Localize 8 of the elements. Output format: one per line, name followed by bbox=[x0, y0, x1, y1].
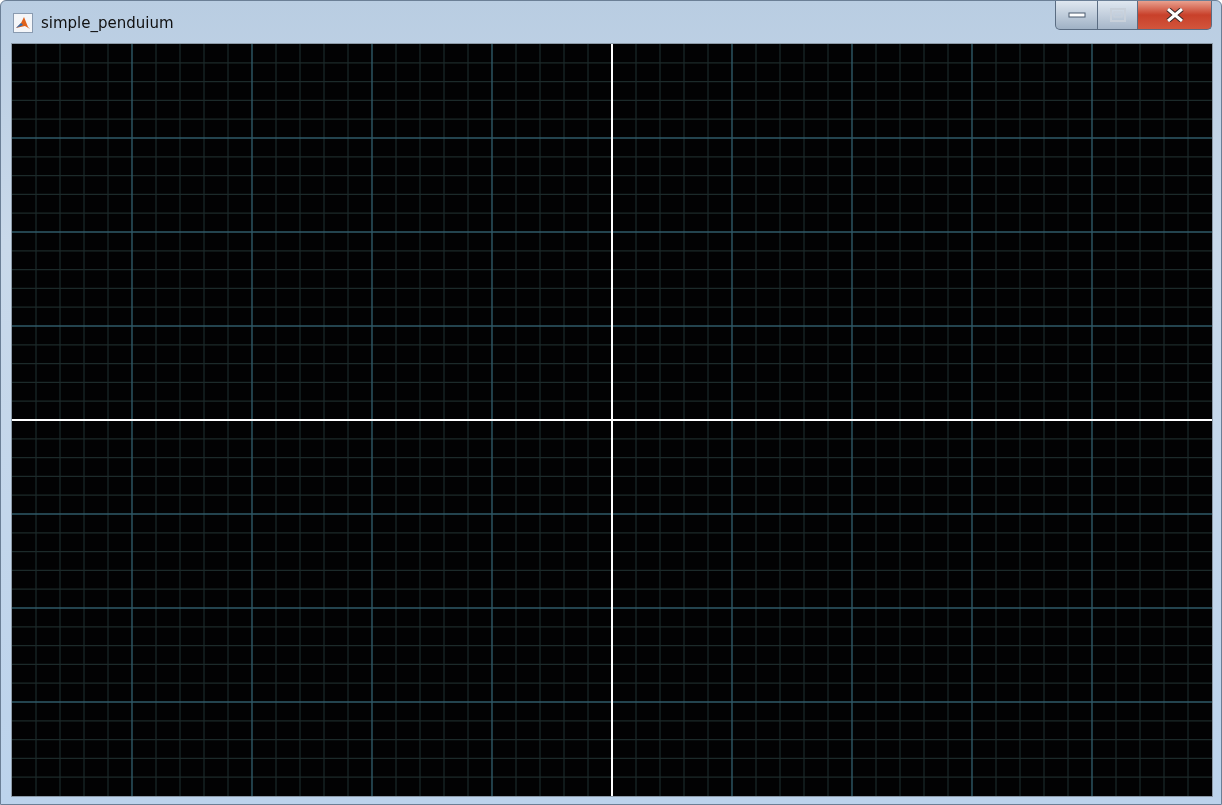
app-icon bbox=[13, 13, 33, 33]
maximize-button[interactable] bbox=[1098, 1, 1138, 30]
minimize-button[interactable] bbox=[1055, 1, 1098, 30]
minimize-icon bbox=[1067, 11, 1086, 19]
maximize-icon bbox=[1108, 8, 1127, 22]
close-icon bbox=[1164, 8, 1185, 22]
close-button[interactable] bbox=[1138, 1, 1212, 30]
window-title: simple_penduium bbox=[41, 14, 174, 32]
